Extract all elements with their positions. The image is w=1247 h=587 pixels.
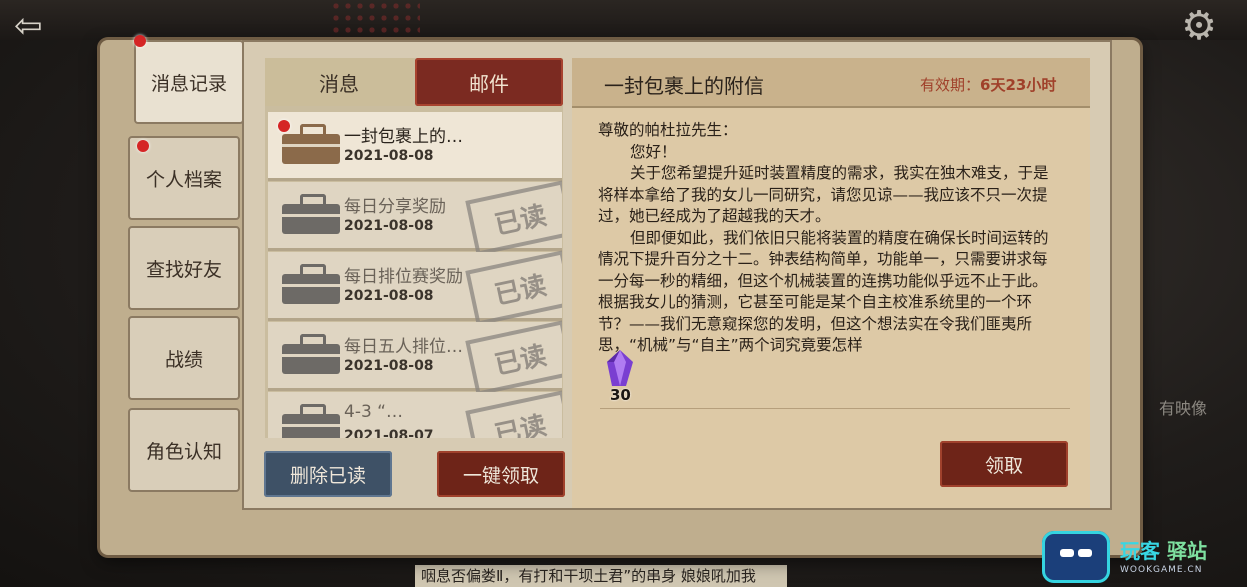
expiry-value: 6天23小时 — [980, 76, 1057, 94]
notification-badge — [134, 35, 146, 47]
sidebar-item-records[interactable]: 战绩 — [128, 316, 240, 400]
mail-date: 2021-08-08 — [344, 218, 434, 234]
sidebar-item-label: 消息记录 — [150, 72, 227, 95]
delete-read-button[interactable]: 删除已读 — [264, 451, 392, 497]
tab-bar: 消息 邮件 — [265, 58, 563, 106]
mailbox-icon — [282, 404, 340, 438]
mail-list[interactable]: 一封包裹上的… 2021-08-08 每日分享奖励 2021-08-08 已读 … — [268, 112, 562, 438]
watermark: 玩客 驿站 WOOKGAME.CN — [1042, 531, 1242, 583]
sidebar-item-message-history[interactable]: 消息记录 — [134, 40, 244, 124]
letter-paragraph: 但即便如此，我们依旧只能将装置的精度在确保长时间运转的情况下提升百分之十二。钟表… — [598, 228, 1049, 355]
reward-count: 30 — [610, 386, 631, 404]
sidebar-item-label: 战绩 — [164, 348, 203, 371]
list-item[interactable]: 一封包裹上的… 2021-08-08 — [268, 112, 562, 181]
watermark-name-a: 玩客 — [1120, 539, 1160, 563]
sidebar-item-find-friends[interactable]: 查找好友 — [128, 226, 240, 310]
read-stamp: 已读 — [465, 390, 562, 438]
mail-date: 2021-08-08 — [344, 358, 434, 374]
watermark-url: WOOKGAME.CN — [1120, 565, 1203, 575]
purple-crystal-icon[interactable] — [606, 350, 634, 386]
sidebar-item-label: 个人档案 — [145, 168, 222, 191]
mailbox-icon — [282, 194, 340, 234]
mail-date: 2021-08-07 — [344, 428, 434, 438]
mailbox-icon — [282, 124, 340, 164]
notification-badge — [137, 140, 149, 152]
letter-salutation: 尊敬的帕杜拉先生： — [598, 121, 738, 139]
expiry-info: 有效期：6天23小时 — [920, 74, 1056, 95]
mail-date: 2021-08-08 — [344, 288, 434, 304]
background-text: 咽息否偏娄Ⅱ，有打和干坝土君”的串身 娘娘吼加我 — [415, 565, 787, 587]
divider — [600, 408, 1070, 409]
letter-body[interactable]: 尊敬的帕杜拉先生： 您好！ 关于您希望提升延时装置精度的需求，我实在独木难支，于… — [598, 120, 1060, 357]
list-item[interactable]: 每日排位赛奖励 2021-08-08 已读 — [268, 250, 562, 326]
tab-mail[interactable]: 邮件 — [415, 58, 563, 106]
letter-paragraph: 关于您希望提升延时装置精度的需求，我实在独木难支，于是将样本拿给了我的女儿一同研… — [598, 164, 1049, 225]
claim-all-button[interactable]: 一键领取 — [437, 451, 565, 497]
watermark-name-b: 驿站 — [1166, 539, 1207, 563]
mail-title: 一封包裹上的… — [344, 127, 463, 147]
watermark-name: 玩客 驿站 — [1120, 535, 1207, 564]
mailbox-icon — [282, 334, 340, 374]
list-item[interactable]: 每日五人排位… 2021-08-08 已读 — [268, 320, 562, 396]
expiry-label: 有效期： — [920, 76, 981, 94]
top-background — [0, 0, 1247, 40]
sidebar-item-role-cognition[interactable]: 角色认知 — [128, 408, 240, 492]
claim-button[interactable]: 领取 — [940, 441, 1068, 487]
watermark-logo — [1042, 531, 1110, 583]
mail-detail-title: 一封包裹上的附信 — [604, 74, 764, 98]
tab-messages[interactable]: 消息 — [265, 58, 413, 106]
mailbox-icon — [282, 264, 340, 304]
background-ornament — [330, 0, 420, 40]
sidebar: 消息记录 个人档案 查找好友 战绩 角色认知 — [128, 40, 244, 510]
list-item[interactable]: 每日分享奖励 2021-08-08 已读 — [268, 180, 562, 256]
list-item[interactable]: 4-3 “… 2021-08-07 已读 — [268, 390, 562, 438]
letter-greeting: 您好！ — [630, 142, 677, 161]
mail-date: 2021-08-08 — [344, 148, 434, 164]
sidebar-item-label: 查找好友 — [145, 258, 222, 281]
sidebar-item-label: 角色认知 — [145, 440, 222, 463]
background-label: 有映像 — [1158, 399, 1207, 418]
gear-icon[interactable]: ⚙ — [1177, 4, 1221, 48]
unread-badge — [278, 120, 290, 132]
back-arrow-icon[interactable]: ⇦ — [14, 6, 60, 46]
